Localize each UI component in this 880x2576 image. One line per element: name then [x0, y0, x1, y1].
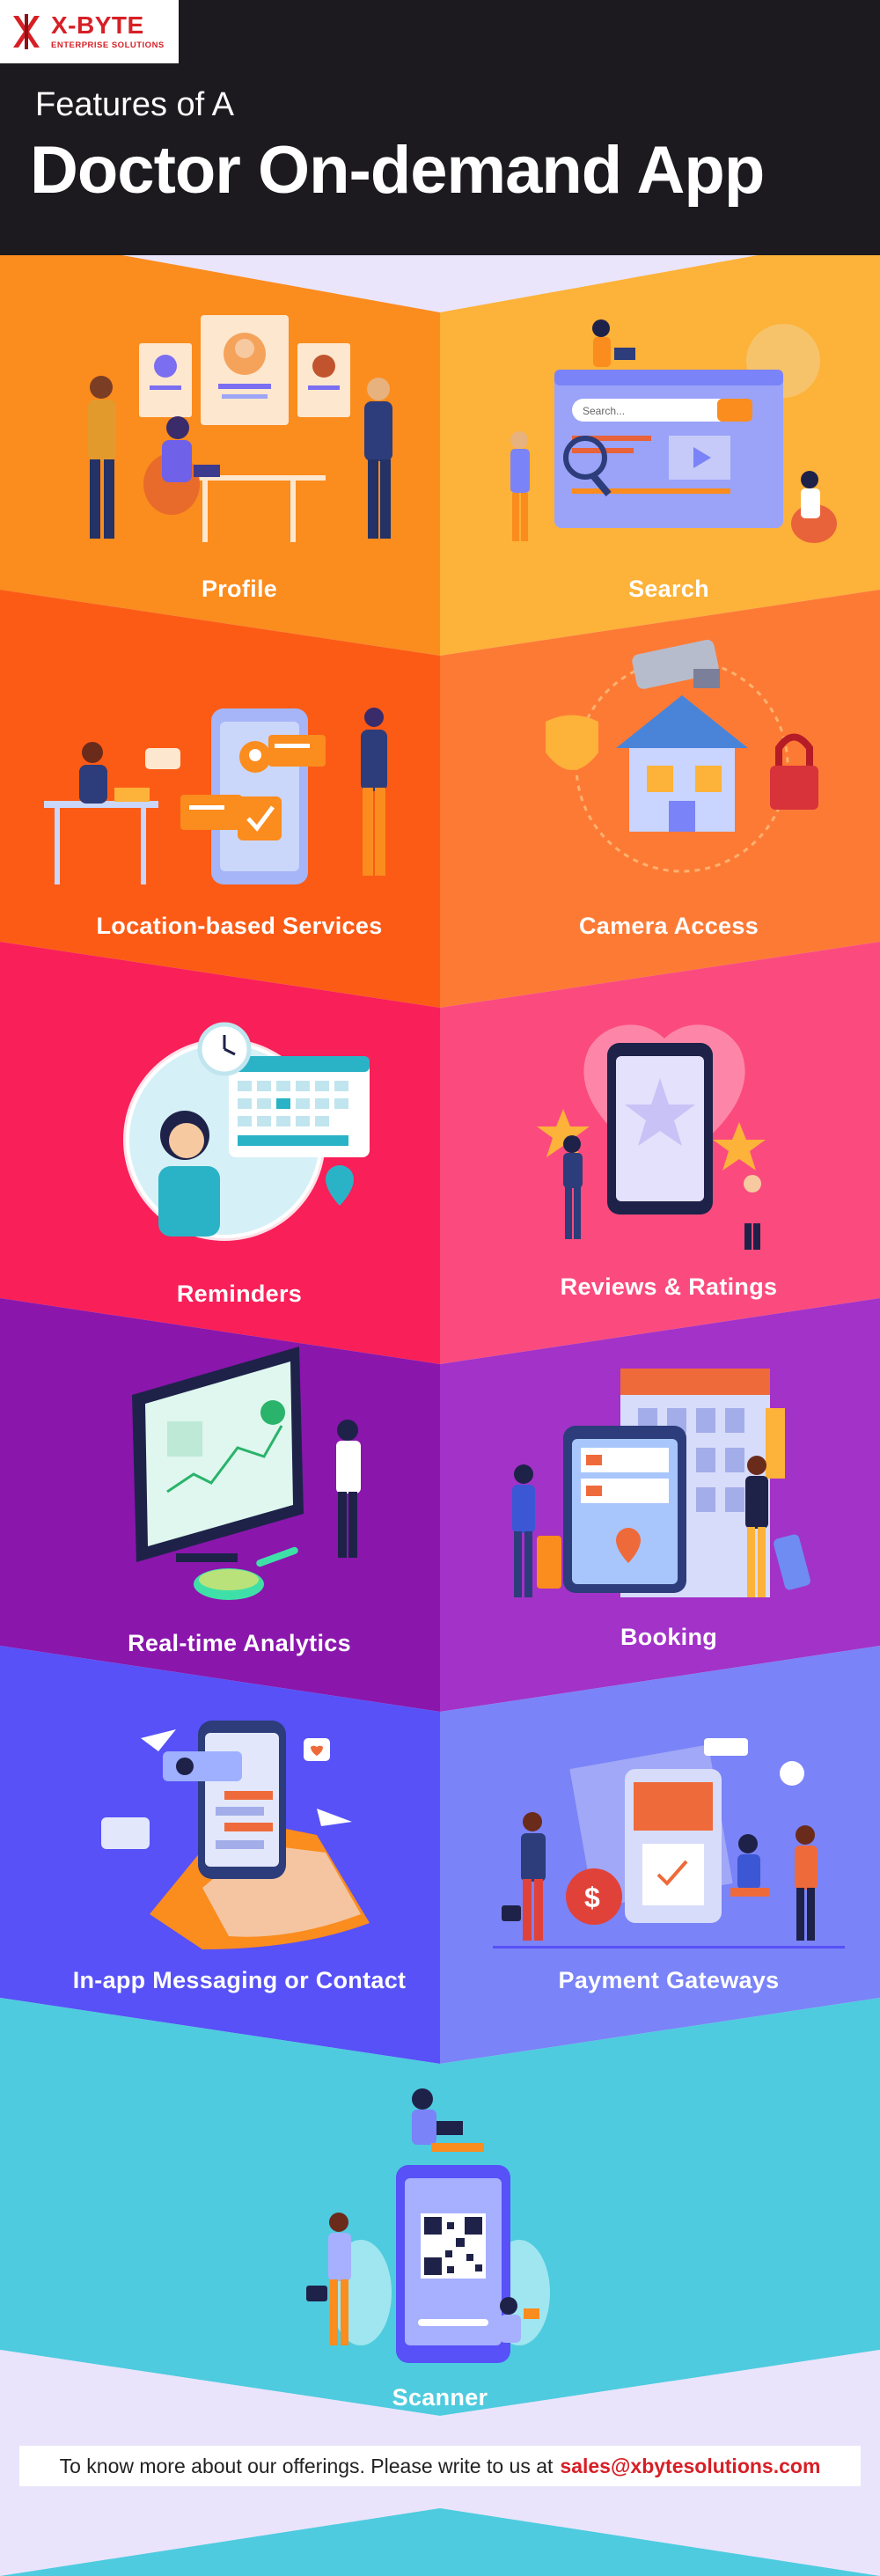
page-subtitle: Features of A — [35, 86, 235, 123]
feature-label-profile: Profile — [201, 576, 278, 602]
profile-cards-illustration — [88, 315, 392, 542]
feature-label-messaging: In-app Messaging or Contact — [72, 1967, 407, 1993]
search-bar-illustration: Search... — [510, 319, 837, 543]
svg-text:$: $ — [584, 1882, 600, 1913]
feature-label-location: Location-based Services — [96, 913, 383, 939]
payment-receipt-illustration: $ — [493, 1738, 845, 1949]
feature-label-search: Search — [628, 576, 709, 602]
feature-label-camera: Camera Access — [578, 913, 759, 939]
header: X-BYTE ENTERPRISE SOLUTIONS Features of … — [0, 0, 880, 255]
chat-phone-illustration — [101, 1721, 370, 1949]
phone-star-illustration — [537, 1024, 766, 1250]
hotel-booking-illustration — [512, 1369, 810, 1597]
feature-label-scanner: Scanner — [392, 2384, 488, 2411]
contact-email-link[interactable]: sales@xbytesolutions.com — [560, 2455, 820, 2478]
feature-label-reminders: Reminders — [176, 1281, 303, 1307]
page-title: Doctor On-demand App — [30, 133, 765, 208]
brand-name: X-BYTE — [51, 11, 144, 39]
feature-label-reviews: Reviews & Ratings — [560, 1273, 778, 1300]
feature-label-booking: Booking — [620, 1624, 718, 1650]
brand-logo[interactable]: X-BYTE ENTERPRISE SOLUTIONS — [0, 0, 179, 63]
feature-label-payment: Payment Gateways — [558, 1967, 780, 1993]
qr-scanner-illustration — [306, 2088, 550, 2363]
infographic-page: X-BYTE ENTERPRISE SOLUTIONS Features of … — [0, 0, 880, 2576]
contact-footer: To know more about our offerings. Please… — [19, 2446, 861, 2486]
feature-label-analytics: Real-time Analytics — [128, 1630, 351, 1656]
calendar-clock-illustration — [123, 1022, 370, 1241]
brand-tagline: ENTERPRISE SOLUTIONS — [51, 40, 165, 50]
map-pin-phone-illustration — [44, 708, 387, 884]
svg-text:Search...: Search... — [583, 405, 625, 417]
x-logo-icon — [13, 14, 40, 49]
analytics-monitor-illustration — [132, 1347, 361, 1600]
footer-text: To know more about our offerings. Please… — [59, 2454, 554, 2477]
security-camera-house-illustration — [546, 639, 818, 873]
